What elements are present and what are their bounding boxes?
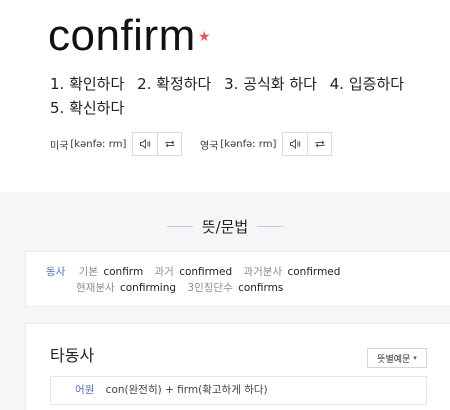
divider <box>257 225 284 227</box>
etymology-box: 어원 con(완전히) + firm(확고하게 하다) <box>50 376 427 405</box>
repeat-icon <box>315 140 325 148</box>
caret-down-icon: ▾ <box>413 354 417 362</box>
headword: confirm <box>48 11 196 60</box>
form-label: 3인칭단수 <box>187 282 233 294</box>
meaning-item: 2. 확정하다 <box>137 75 212 93</box>
etymology-label: 어원 <box>75 384 95 396</box>
speaker-icon <box>140 138 151 150</box>
form-value[interactable]: confirmed <box>179 266 232 278</box>
form-value[interactable]: confirming <box>120 282 176 294</box>
inflection-row: 동사 기본 confirm 과거 confirmed 과거분사 confirme… <box>46 264 348 280</box>
meaning-item: 1. 확인하다 <box>50 75 125 93</box>
form-label: 과거분사 <box>243 266 283 278</box>
pos-tag: 동사 <box>46 266 66 278</box>
meaning-item: 3. 공식화 하다 <box>224 75 317 93</box>
pronunciation-region: 영국 <box>200 140 219 152</box>
pronunciation-controls <box>132 132 183 156</box>
star-icon[interactable]: ★ <box>198 30 211 44</box>
section-title: 뜻/문법 <box>201 217 249 236</box>
entry-card: confirm ★ 1. 확인하다 2. 확정하다 3. 공식화 하다 4. 입… <box>0 0 450 192</box>
meaning-card: 타동사 뜻별예문 ▾ 어원 con(완전히) + firm(확고하게 하다) <box>25 323 450 410</box>
form-value[interactable]: confirmed <box>287 266 340 278</box>
form-value[interactable]: confirm <box>103 266 143 278</box>
inflection-card: 동사 기본 confirm 과거 confirmed 과거분사 confirme… <box>25 251 450 307</box>
repeat-audio-button[interactable] <box>157 133 181 155</box>
form-label: 기본 <box>78 266 98 278</box>
pronunciation-us: 미국 [kənfəː rm] <box>50 132 183 156</box>
meaning-item: 4. 입증하다 <box>329 75 405 93</box>
meaning-list: 1. 확인하다 2. 확정하다 3. 공식화 하다 4. 입증하다 5. 확신하… <box>50 72 430 120</box>
etymology-text: con(완전히) + firm(확고하게 하다) <box>105 384 268 396</box>
inflection-row: 현재분사 confirming 3인칭단수 confirms <box>76 280 291 296</box>
form-label: 현재분사 <box>76 282 115 294</box>
play-audio-button[interactable] <box>133 133 157 155</box>
pronunciation-ipa: [kənfəː rm] <box>70 138 127 150</box>
repeat-audio-button[interactable] <box>307 133 331 155</box>
divider <box>166 225 193 227</box>
form-value[interactable]: confirms <box>238 282 283 294</box>
form-label: 과거 <box>154 266 174 278</box>
pronunciation-ipa: [kənfəː rm] <box>220 138 277 150</box>
section-header: 뜻/문법 <box>0 214 450 238</box>
pronunciation-region: 미국 <box>50 140 69 152</box>
pronunciation-controls <box>282 132 333 156</box>
speaker-icon <box>290 138 301 150</box>
meaning-item: 5. 확신하다 <box>50 99 125 117</box>
pos-heading: 타동사 <box>50 346 95 365</box>
repeat-icon <box>165 140 175 148</box>
play-audio-button[interactable] <box>283 133 307 155</box>
pronunciation-uk: 영국 [kənfəː rm] <box>200 132 333 156</box>
example-filter-label: 뜻별예문 <box>377 354 411 365</box>
example-filter-button[interactable]: 뜻별예문 ▾ <box>367 348 427 368</box>
